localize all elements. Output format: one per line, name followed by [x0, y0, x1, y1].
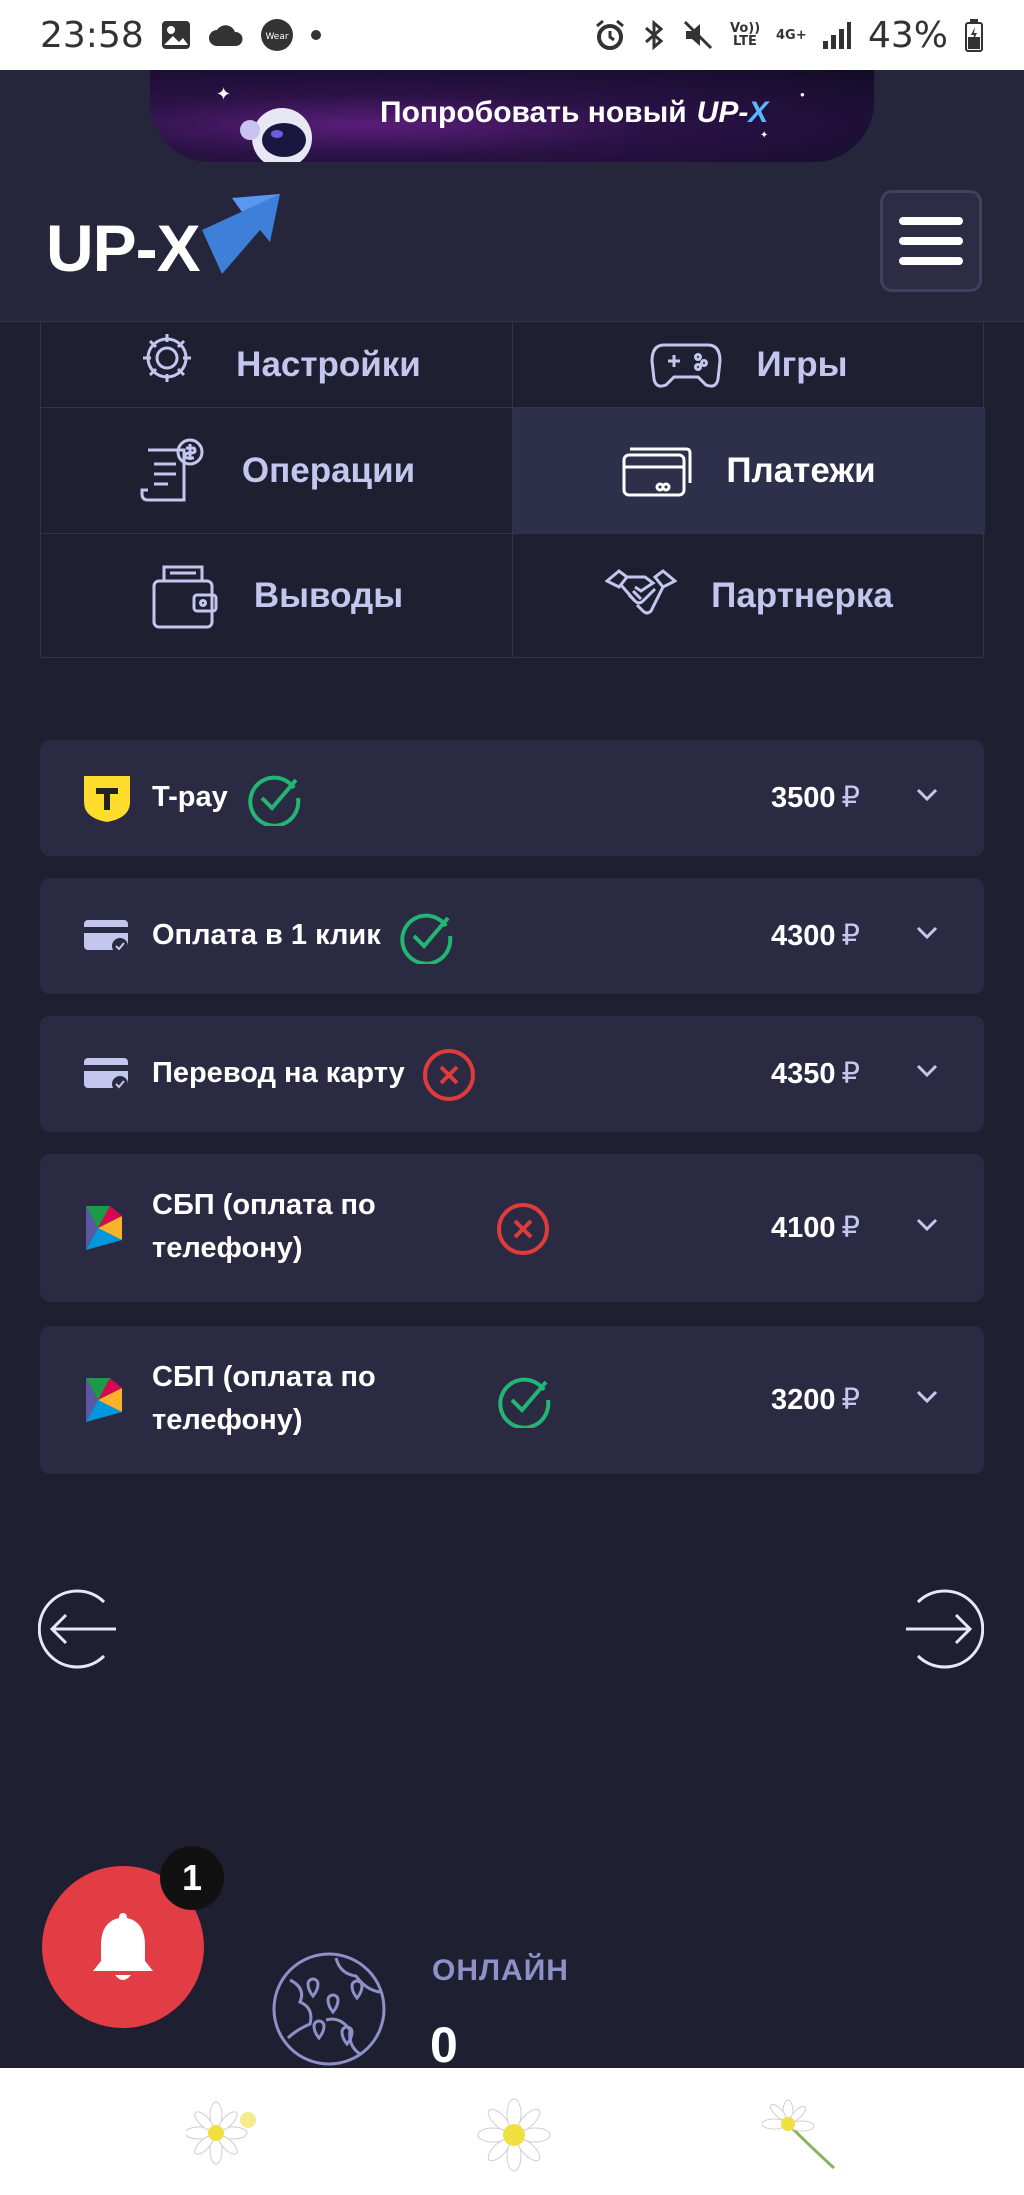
menu-label: Настройки — [236, 344, 421, 384]
bell-icon — [93, 1913, 153, 1980]
gallery-icon — [160, 19, 192, 51]
notification-count-badge: 1 — [160, 1846, 224, 1910]
payment-amount: 3500 ₽ — [771, 782, 860, 814]
menu-item-payments[interactable]: Платежи — [513, 408, 985, 534]
volte-label: Vo)) LTE — [729, 21, 761, 49]
menu-label: Партнерка — [711, 576, 893, 615]
card-icon — [82, 1054, 132, 1099]
payment-row[interactable]: Оплата в 1 клик 4300 ₽ — [40, 878, 984, 994]
globe-icon — [270, 1950, 388, 2073]
recent-apps-flower-icon[interactable] — [184, 2098, 270, 2173]
back-flower-icon[interactable] — [761, 2098, 842, 2175]
payment-amount: 3200 ₽ — [771, 1384, 860, 1416]
gamepad-icon — [650, 339, 722, 391]
prev-page-button[interactable] — [37, 1588, 120, 1670]
menu-label: Выводы — [253, 576, 404, 615]
upx-logo[interactable]: UP-X — [46, 190, 280, 300]
menu-item-withdrawals[interactable]: Выводы — [41, 534, 513, 658]
handshake-icon — [605, 567, 678, 625]
payment-row[interactable]: СБП (оплата по телефону) 3200 ₽ — [40, 1326, 984, 1474]
signal-icon — [822, 21, 852, 49]
clock: 23:58 — [40, 14, 144, 56]
menu-item-partners[interactable]: Партнерка — [513, 534, 985, 658]
payment-row[interactable]: T-pay 3500 ₽ — [40, 740, 984, 856]
hamburger-menu-button[interactable] — [880, 190, 982, 292]
star-icon: ✦ — [216, 84, 232, 104]
menu-item-operations[interactable]: Операции — [41, 408, 513, 534]
battery-percent: 43% — [867, 14, 948, 56]
tbank-icon — [82, 774, 132, 829]
mute-icon — [682, 19, 714, 51]
cloud-icon — [208, 22, 244, 48]
payment-method-name: Оплата в 1 клик — [152, 919, 381, 951]
menu-row: Выводы Партнерка — [41, 534, 985, 658]
payment-method-name: Перевод на карту — [152, 1057, 405, 1089]
star-icon: ● — [800, 90, 805, 99]
wallet-icon — [150, 561, 220, 631]
failed-x-icon — [496, 1202, 550, 1261]
promo-text: Попробовать новый UP-X — [380, 96, 768, 130]
payment-amount: 4300 ₽ — [771, 920, 860, 952]
payment-row[interactable]: СБП (оплата по телефону) 4100 ₽ — [40, 1154, 984, 1302]
arrow-left-icon — [37, 1589, 116, 1669]
chevron-down-icon[interactable] — [916, 1390, 938, 1409]
bottom-navigation-bar — [0, 2068, 1024, 2195]
sbp-icon — [82, 1202, 126, 1259]
payment-amount: 4100 ₽ — [771, 1212, 860, 1244]
success-check-icon — [398, 908, 454, 969]
dot-icon — [310, 29, 322, 41]
menu-label: Платежи — [726, 450, 876, 490]
success-check-icon — [246, 770, 302, 831]
chevron-down-icon[interactable] — [916, 926, 938, 945]
chevron-down-icon[interactable] — [916, 1218, 938, 1237]
menu-row: Настройки Игры — [41, 322, 985, 408]
app-header: ✦ ✦ ● Попробовать новый UP-X UP-X — [0, 70, 1024, 322]
chevron-down-icon[interactable] — [916, 788, 938, 807]
wear-label: Wear — [265, 32, 288, 42]
wear-icon: Wear — [260, 18, 294, 52]
menu-row: Операции Платежи — [41, 408, 985, 534]
alarm-icon — [594, 19, 626, 51]
home-flower-icon[interactable] — [472, 2098, 556, 2177]
receipt-icon — [138, 438, 208, 504]
status-bar: 23:58 Wear Vo)) LTE 4G+ 43% — [0, 0, 1024, 70]
account-menu: Настройки Игры Операции Платежи Выводы П… — [40, 322, 985, 658]
astronaut-icon — [240, 108, 312, 162]
payment-method-name: СБП (оплата по телефону) — [152, 1189, 376, 1264]
card-icon — [82, 916, 132, 961]
failed-x-icon — [422, 1048, 476, 1107]
chevron-down-icon[interactable] — [916, 1064, 938, 1083]
payment-method-name: СБП (оплата по телефону) — [152, 1361, 376, 1436]
menu-item-games[interactable]: Игры — [513, 322, 985, 408]
payment-row[interactable]: Перевод на карту 4350 ₽ — [40, 1016, 984, 1132]
online-label: ОНЛАЙН — [432, 1954, 569, 1987]
payment-method-name: T-pay — [152, 781, 228, 813]
menu-item-settings[interactable]: Настройки — [41, 322, 513, 408]
star-icon: ✦ — [760, 130, 769, 141]
cards-icon — [622, 443, 692, 499]
payment-amount: 4350 ₽ — [771, 1058, 860, 1090]
online-count: 0 — [430, 2017, 458, 2073]
sbp-icon — [82, 1374, 126, 1431]
battery-icon — [964, 18, 984, 52]
network-label: 4G+ — [775, 27, 807, 43]
logo-text: UP-X — [46, 211, 201, 285]
arrow-right-icon — [906, 1589, 985, 1669]
gear-icon — [132, 333, 202, 396]
promo-banner[interactable]: ✦ ✦ ● Попробовать новый UP-X — [150, 70, 874, 162]
success-check-icon — [496, 1372, 552, 1433]
promo-brand: UP-X — [696, 96, 769, 129]
menu-label: Операции — [241, 450, 416, 490]
next-page-button[interactable] — [902, 1588, 985, 1670]
menu-label: Игры — [756, 344, 848, 384]
bluetooth-icon — [642, 19, 666, 51]
promo-label: Попробовать новый — [380, 96, 687, 129]
logo-arrow-icon — [202, 194, 280, 274]
